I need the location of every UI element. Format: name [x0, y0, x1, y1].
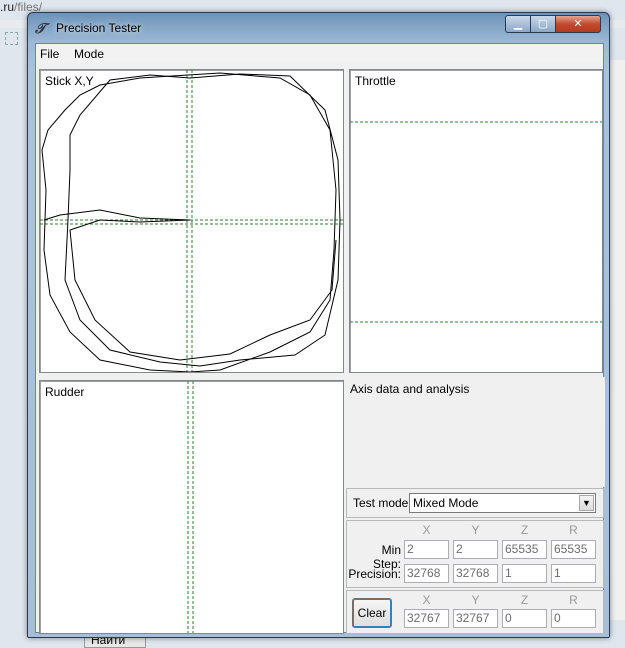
current-x: 32767 [404, 609, 449, 628]
window-title: Precision Tester [56, 21, 142, 35]
current-y: 32767 [453, 609, 498, 628]
min-step-z: 65535 [502, 540, 547, 559]
current-r: 0 [551, 609, 596, 628]
stats-col-x: X [422, 523, 431, 537]
test-mode-select[interactable]: Mixed Mode ▼ [409, 493, 596, 513]
current-col-z: Z [520, 593, 529, 607]
throttle-panel: Throttle [349, 69, 603, 373]
precision-r: 1 [551, 564, 596, 583]
current-col-y: Y [471, 593, 480, 607]
precision-x: 32768 [404, 564, 449, 583]
menu-bar: File Mode [36, 44, 603, 63]
clear-button[interactable]: Clear [352, 598, 392, 628]
stats-col-z: Z [520, 523, 529, 537]
stats-col-y: Y [471, 523, 480, 537]
test-mode-label: Test mode: [353, 496, 412, 510]
rudder-plot [187, 381, 194, 633]
throttle-label: Throttle [355, 74, 396, 88]
min-step-y: 2 [453, 540, 498, 559]
test-mode-value: Mixed Mode [413, 496, 479, 510]
precision-label: Precision: [348, 567, 401, 581]
stats-group: X Y Z R Min Step: 2 2 65535 65535 Precis… [346, 520, 604, 588]
minimize-button[interactable]: ▁ [505, 15, 531, 33]
title-bar[interactable]: 𝒯 Precision Tester ▁ ▢ ✕ [28, 13, 609, 43]
current-col-r: R [569, 593, 578, 607]
throttle-plot [350, 121, 602, 323]
stick-xy-label: Stick X,Y [45, 74, 94, 88]
maximize-button[interactable]: ▢ [530, 15, 556, 33]
rudder-label: Rudder [45, 385, 85, 399]
precision-y: 32768 [453, 564, 498, 583]
close-button[interactable]: ✕ [555, 15, 601, 33]
stick-trace-2 [43, 209, 337, 361]
app-icon: 𝒯 [35, 20, 46, 36]
min-step-x: 2 [404, 540, 449, 559]
min-step-r: 65535 [551, 540, 596, 559]
analysis-label: Axis data and analysis [350, 382, 470, 396]
background-selection-icon [5, 32, 18, 45]
client-area: File Mode Stick X,Y Throttle Rudder Axis… [35, 43, 605, 634]
menu-file[interactable]: File [40, 47, 59, 61]
analysis-panel: Axis data and analysis [347, 377, 605, 487]
precision-z: 1 [502, 564, 547, 583]
rudder-panel: Rudder [39, 380, 344, 634]
current-z: 0 [502, 609, 547, 628]
test-mode-group: Test mode: Mixed Mode ▼ [346, 488, 604, 518]
precision-tester-window: 𝒯 Precision Tester ▁ ▢ ✕ File Mode Stick… [27, 12, 610, 638]
url-prefix: .ru [0, 0, 15, 14]
stick-xy-panel: Stick X,Y [39, 69, 344, 373]
stats-col-r: R [569, 523, 578, 537]
chevron-down-icon[interactable]: ▼ [579, 495, 594, 511]
menu-mode[interactable]: Mode [74, 47, 104, 61]
stick-xy-plot [40, 70, 343, 372]
current-col-x: X [422, 593, 431, 607]
current-values-group: X Y Z R Clear 32767 32767 0 0 [346, 590, 604, 634]
